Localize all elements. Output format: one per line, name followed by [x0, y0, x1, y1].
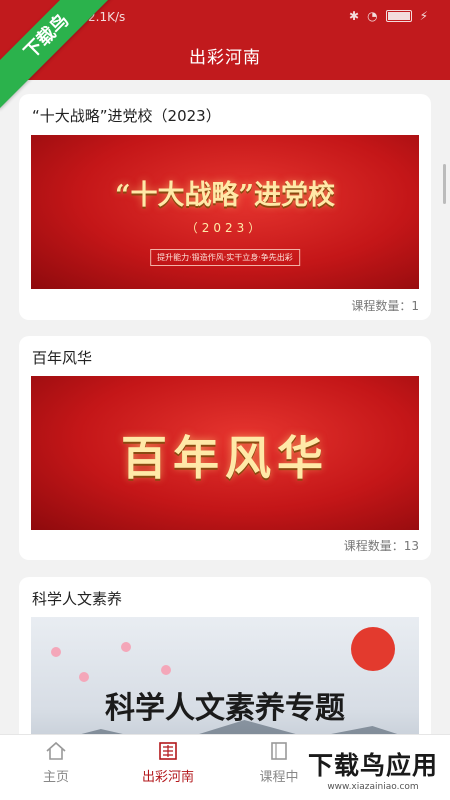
category-card[interactable]: 科学人文素养 科学人文素养专题	[19, 577, 431, 734]
nav-label: 课程中	[259, 770, 299, 785]
blossom-icon	[51, 647, 61, 657]
charging-icon: ⚡	[419, 9, 428, 23]
nav-label: 主页	[42, 770, 69, 785]
banner-title: 科学人文素养专题	[105, 691, 345, 726]
category-card[interactable]: 百年风华 百年风华 课程数量：13	[19, 336, 431, 560]
course-count: 课程数量：13	[343, 539, 419, 553]
card-title: 科学人文素养	[32, 590, 123, 608]
card-title: “十大战略”进党校（2023）	[32, 107, 221, 125]
category-card[interactable]: “十大战略”进党校（2023） “十大战略”进党校 （2023） 提升能力·锻造…	[19, 94, 431, 320]
nav-chucai-henan[interactable]: 出彩河南	[123, 741, 213, 785]
home-icon	[46, 741, 66, 760]
promo-text: 下载鸟应用	[307, 751, 438, 780]
banner-slogan: 提升能力·锻造作风·实干立身·争先出彩	[150, 249, 300, 266]
card-banner-image[interactable]: 科学人文素养专题	[31, 617, 419, 734]
blossom-icon	[79, 672, 89, 682]
sun-icon	[351, 627, 395, 671]
page-title: 出彩河南	[189, 48, 261, 68]
banner-title: 百年风华	[121, 431, 329, 485]
category-list[interactable]: “十大战略”进党校（2023） “十大战略”进党校 （2023） 提升能力·锻造…	[0, 80, 450, 734]
banner-year: （2023）	[185, 221, 265, 235]
card-banner-image[interactable]: “十大战略”进党校 （2023） 提升能力·锻造作风·实干立身·争先出彩	[31, 135, 419, 289]
nav-home[interactable]: 主页	[11, 741, 101, 785]
scrollbar[interactable]	[443, 164, 446, 204]
blossom-icon	[161, 665, 171, 675]
status-icons: ✱ ◔ ⚡	[349, 9, 428, 23]
book-icon	[271, 742, 287, 760]
blossom-icon	[121, 642, 131, 652]
wifi-icon: ◔	[367, 9, 378, 23]
card-banner-image[interactable]: 百年风华	[31, 376, 419, 530]
bluetooth-icon: ✱	[349, 9, 360, 23]
card-title: 百年风华	[32, 349, 93, 367]
course-count: 课程数量：1	[351, 299, 419, 313]
battery-icon	[385, 10, 412, 22]
promo-url: www.xiazainiao.com	[327, 782, 419, 792]
seal-icon	[159, 742, 177, 760]
nav-label: 出彩河南	[141, 770, 194, 785]
banner-title: “十大战略”进党校	[114, 180, 336, 211]
watermark-promo: 下载鸟应用 www.xiazainiao.com	[300, 746, 446, 798]
